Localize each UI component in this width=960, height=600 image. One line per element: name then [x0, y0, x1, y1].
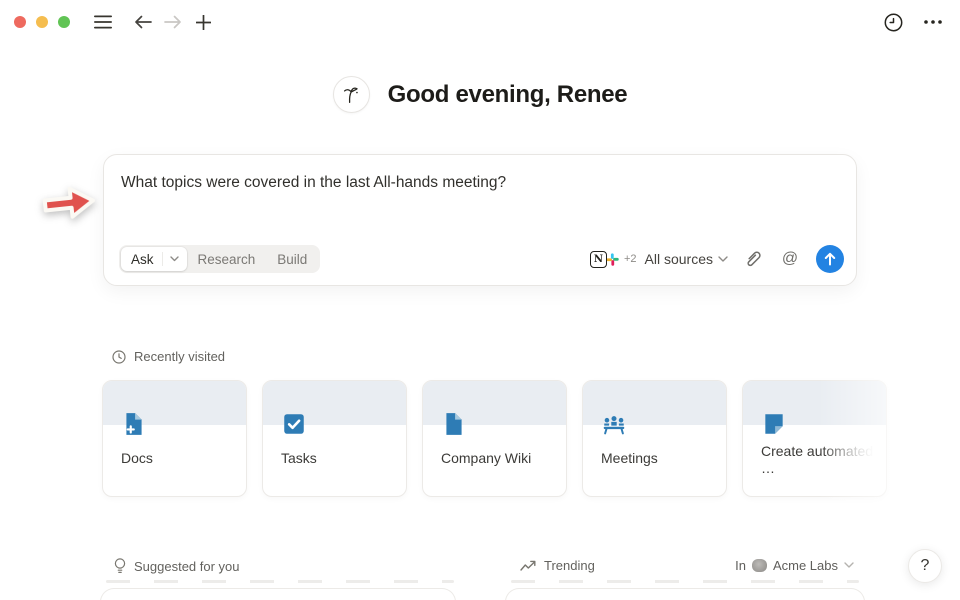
suggested-card[interactable] — [100, 588, 456, 600]
mode-research-button[interactable]: Research — [187, 252, 267, 267]
palm-doodle-icon — [340, 84, 362, 106]
mention-button[interactable]: @ — [776, 245, 804, 273]
attach-file-button[interactable] — [738, 245, 766, 273]
card-label: Create automated … — [761, 443, 876, 477]
history-clock-icon — [884, 13, 903, 32]
page-title: Good evening, Renee — [388, 81, 628, 109]
plus-icon — [196, 15, 211, 30]
new-tab-button[interactable] — [190, 9, 216, 35]
card-meetings[interactable]: Meetings — [582, 380, 727, 497]
workspace-selector[interactable]: In Acme Labs — [735, 558, 854, 573]
checkbox-icon — [281, 411, 307, 437]
sources-selector[interactable]: N +2 All sources — [590, 251, 728, 268]
mode-ask-label: Ask — [121, 252, 162, 267]
trending-header: Trending — [520, 558, 595, 573]
card-label: Docs — [121, 450, 236, 467]
card-label: Meetings — [601, 450, 716, 467]
titlebar — [0, 0, 960, 44]
chevron-down-icon — [844, 562, 854, 569]
help-button[interactable]: ? — [908, 549, 942, 583]
card-company-wiki[interactable]: Company Wiki — [422, 380, 567, 497]
document-plus-icon — [121, 411, 147, 437]
card-tasks[interactable]: Tasks — [262, 380, 407, 497]
at-sign-icon: @ — [782, 250, 798, 268]
annotation-arrow — [39, 178, 99, 226]
arrow-up-icon — [824, 252, 836, 266]
card-label: Company Wiki — [441, 450, 556, 467]
suggested-header: Suggested for you — [114, 558, 240, 575]
card-create-automated[interactable]: Create automated … — [742, 380, 887, 497]
recently-visited-title: Recently visited — [134, 349, 225, 364]
all-sources-label: All sources — [645, 251, 713, 267]
greeting-avatar — [333, 76, 370, 113]
trending-title: Trending — [544, 558, 595, 573]
ai-composer: What topics were covered in the last All… — [103, 154, 857, 286]
traffic-light-close-button[interactable] — [14, 16, 26, 28]
chevron-down-icon — [718, 256, 728, 263]
send-button[interactable] — [816, 245, 844, 273]
more-options-button[interactable] — [920, 9, 946, 35]
back-arrow-icon — [134, 15, 152, 29]
people-table-icon — [601, 411, 627, 437]
recently-visited-cards: Docs Tasks Company Wiki — [102, 380, 887, 497]
traffic-light-minimize-button[interactable] — [36, 16, 48, 28]
lightbulb-icon — [114, 558, 126, 575]
trending-up-icon — [520, 560, 536, 572]
card-label: Tasks — [281, 450, 396, 467]
card-docs[interactable]: Docs — [102, 380, 247, 497]
mode-build-button[interactable]: Build — [266, 252, 318, 267]
traffic-light-zoom-button[interactable] — [58, 16, 70, 28]
notion-icon: N — [590, 251, 607, 268]
composer-controls: N +2 All sources — [590, 245, 844, 273]
skeleton-dashes — [106, 580, 454, 583]
suggested-title: Suggested for you — [134, 559, 240, 574]
mode-ask-button[interactable]: Ask — [121, 247, 187, 271]
trending-card[interactable] — [505, 588, 865, 600]
sidebar-menu-button[interactable] — [90, 9, 116, 35]
skeleton-dashes — [511, 580, 859, 583]
workspace-avatar — [752, 559, 767, 572]
mode-switcher: Ask Research Build — [119, 245, 320, 273]
history-button[interactable] — [880, 9, 906, 35]
query-input[interactable]: What topics were covered in the last All… — [121, 174, 840, 192]
back-button[interactable] — [130, 9, 156, 35]
ellipsis-icon — [924, 20, 942, 24]
greeting: Good evening, Renee — [0, 76, 960, 113]
extra-sources-count: +2 — [624, 253, 637, 265]
paperclip-icon — [744, 250, 761, 268]
composer-toolbar: Ask Research Build N — [119, 245, 844, 273]
clock-icon — [112, 350, 126, 364]
chevron-down-icon — [170, 256, 179, 262]
document-icon — [441, 411, 467, 437]
app-window: Good evening, Renee What topics were cov… — [0, 0, 960, 600]
workspace-name: Acme Labs — [773, 558, 838, 573]
menu-icon — [94, 15, 112, 29]
recently-visited-header: Recently visited — [112, 349, 225, 364]
workspace-prefix: In — [735, 558, 746, 573]
forward-button[interactable] — [160, 9, 186, 35]
folded-note-icon — [761, 411, 787, 437]
forward-arrow-icon — [164, 15, 182, 29]
mode-dropdown[interactable] — [162, 252, 187, 266]
